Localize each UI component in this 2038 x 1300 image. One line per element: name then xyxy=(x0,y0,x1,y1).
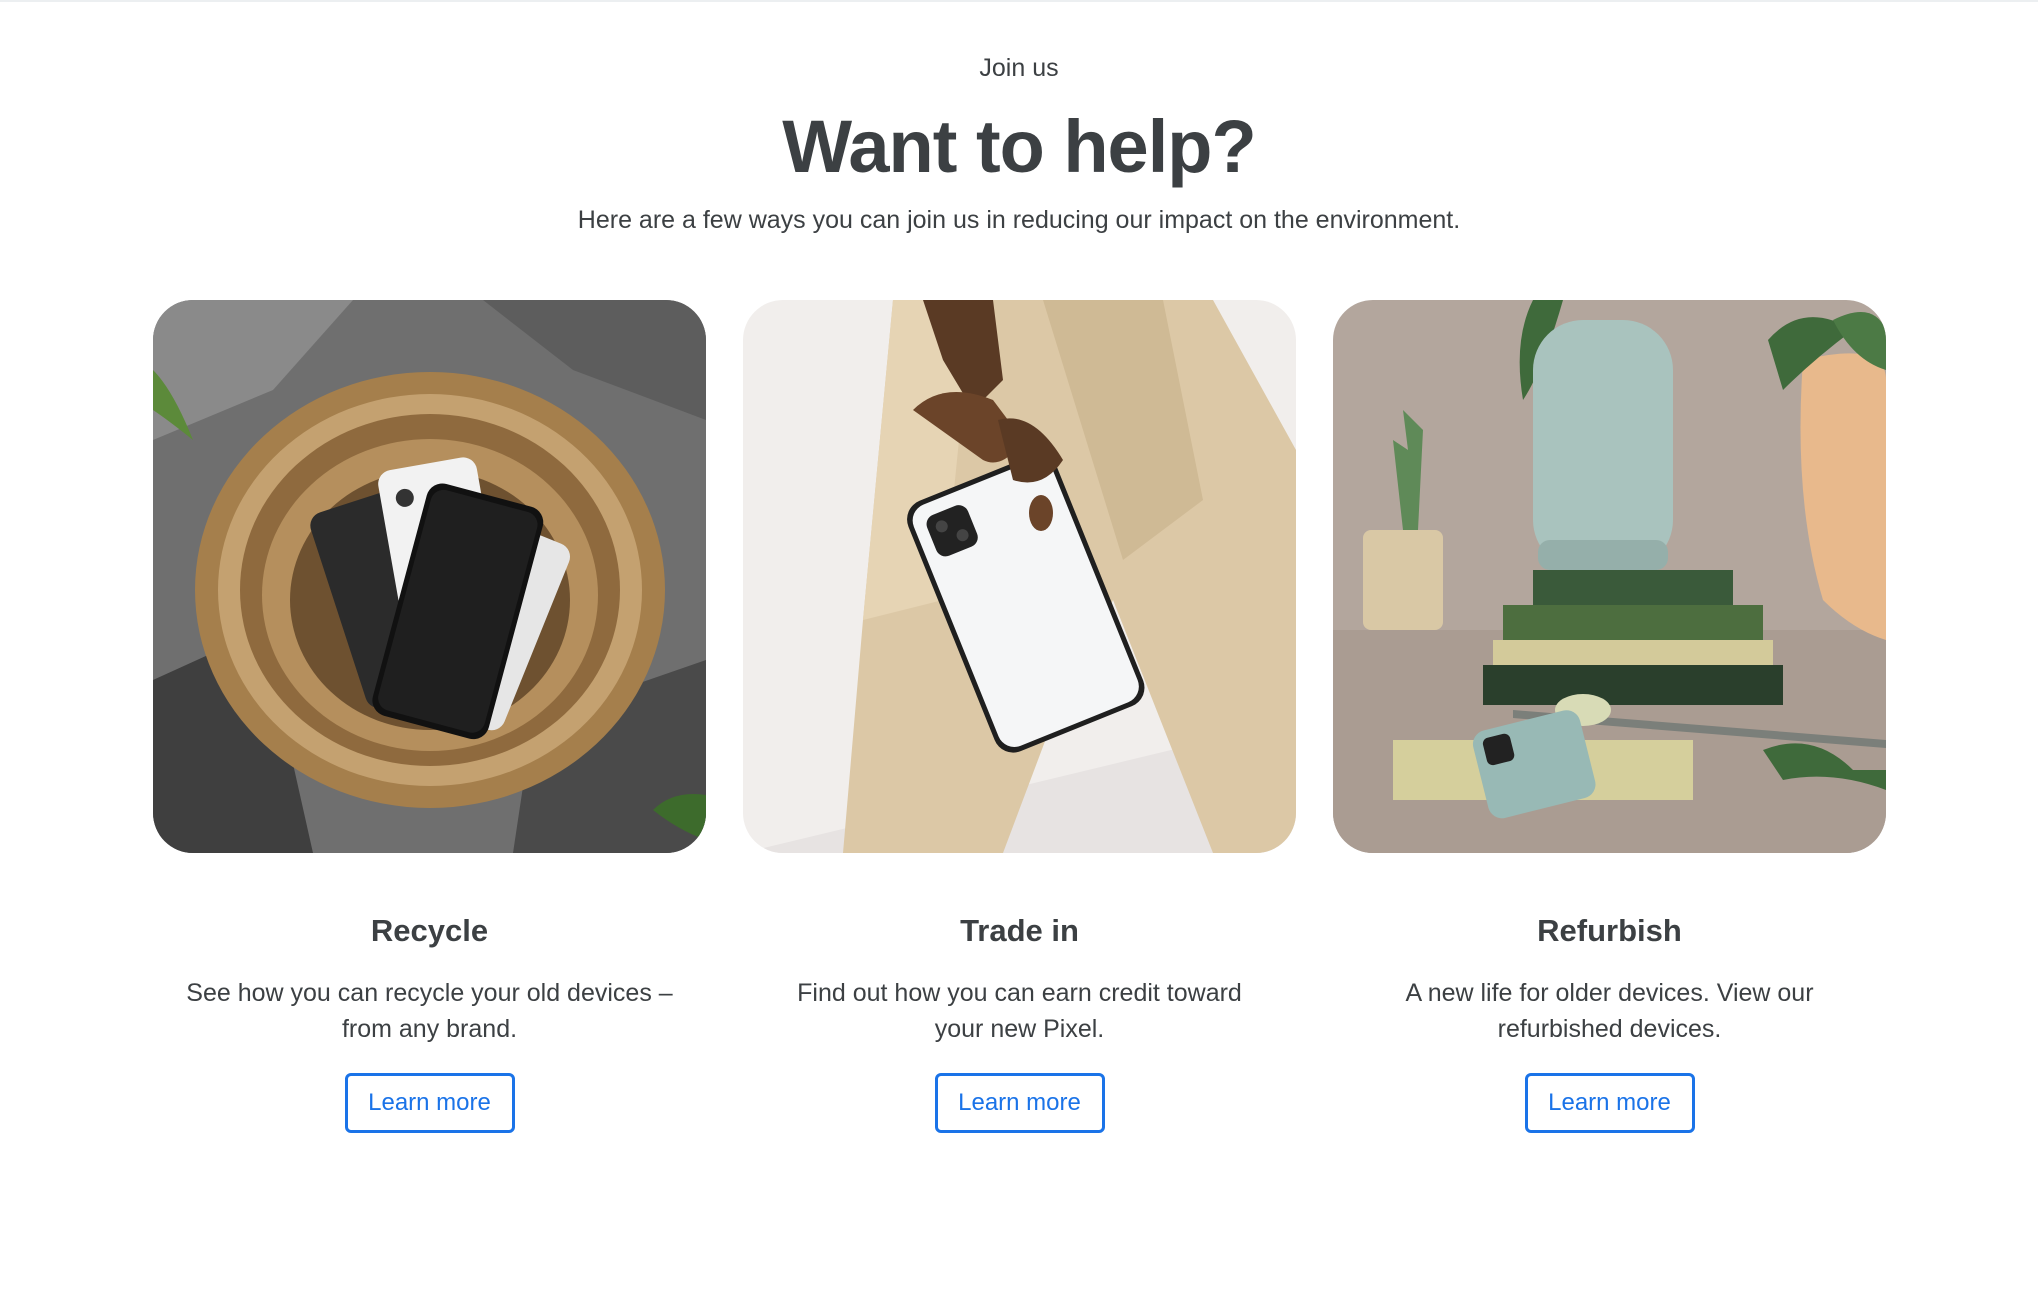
trade-in-title: Trade in xyxy=(960,913,1079,948)
trade-in-learn-more-button[interactable]: Learn more xyxy=(934,1073,1105,1133)
recycle-learn-more-button[interactable]: Learn more xyxy=(344,1073,515,1133)
refurbish-card: Refurbish A new life for older devices. … xyxy=(1333,300,1886,1133)
speaker-books-phone-image xyxy=(1333,300,1886,853)
refurbish-image xyxy=(1333,300,1886,853)
recycle-image xyxy=(153,300,706,853)
section-subtitle: Here are a few ways you can join us in r… xyxy=(577,206,1461,234)
trade-in-card: Trade in Find out how you can earn credi… xyxy=(743,300,1296,1133)
recycle-description: See how you can recycle your old devices… xyxy=(186,979,673,1043)
section-eyebrow: Join us xyxy=(979,54,1059,82)
refurbish-learn-more-button[interactable]: Learn more xyxy=(1524,1073,1695,1133)
section-title: Want to help? xyxy=(782,105,1256,188)
trade-in-description: Find out how you can earn credit toward … xyxy=(797,979,1242,1043)
refurbish-description: A new life for older devices. View our r… xyxy=(1405,979,1814,1043)
recycle-title: Recycle xyxy=(370,913,489,948)
basket-with-phones-image xyxy=(153,300,706,853)
hand-holding-phone-image xyxy=(743,300,1296,853)
top-divider xyxy=(0,0,2038,2)
recycle-card: Recycle See how you can recycle your old… xyxy=(153,300,706,1133)
refurbish-title: Refurbish xyxy=(1537,913,1682,948)
trade-in-image xyxy=(743,300,1296,853)
